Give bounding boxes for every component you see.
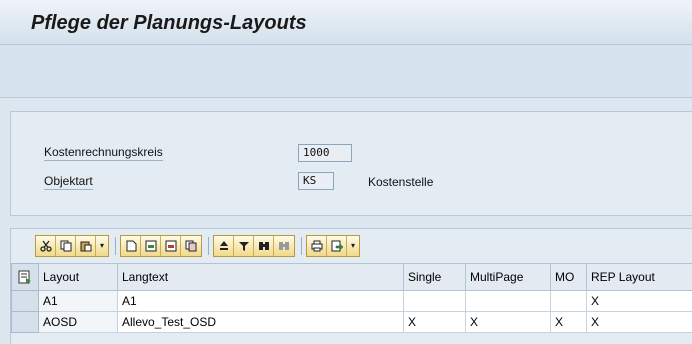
cell-langtext[interactable]: A1	[118, 291, 404, 312]
cell-langtext[interactable]: Allevo_Test_OSD	[118, 312, 404, 333]
cut-icon[interactable]	[36, 236, 56, 256]
export-dropdown-arrow-icon[interactable]: ▾	[347, 236, 359, 256]
toolbar-separator	[208, 237, 209, 255]
controlling-area-label: Kostenrechnungskreis	[44, 145, 163, 161]
column-header-rep-layout[interactable]: REP Layout	[587, 264, 692, 291]
table-header-row: Layout Langtext Single MultiPage MO REP …	[12, 264, 692, 291]
print-icon[interactable]	[307, 236, 327, 256]
grid-toolbar: ▾	[11, 229, 692, 263]
toolbar-separator	[115, 237, 116, 255]
select-all-icon[interactable]	[12, 264, 39, 291]
sort-ascending-icon[interactable]	[214, 236, 234, 256]
cell-layout[interactable]: AOSD	[39, 312, 118, 333]
selection-panel: Kostenrechnungskreis 1000 Objektart KS K…	[10, 111, 692, 216]
insert-row-icon[interactable]	[141, 236, 161, 256]
row-edit-group	[120, 235, 202, 257]
clipboard-group: ▾	[35, 235, 109, 257]
row-selector[interactable]	[12, 291, 39, 312]
object-type-label: Objektart	[44, 174, 93, 190]
layout-grid-panel: ▾	[10, 228, 692, 344]
delete-row-icon[interactable]	[161, 236, 181, 256]
cell-mo[interactable]	[551, 291, 587, 312]
controlling-area-field[interactable]: 1000	[298, 144, 352, 162]
copy-row-icon[interactable]	[181, 236, 201, 256]
cell-multipage[interactable]	[466, 291, 551, 312]
page-title: Pflege der Planungs-Layouts	[31, 12, 307, 35]
output-group: ▾	[306, 235, 360, 257]
cell-rep-layout[interactable]: X	[587, 291, 692, 312]
layout-table: Layout Langtext Single MultiPage MO REP …	[11, 263, 692, 333]
column-header-layout[interactable]: Layout	[39, 264, 118, 291]
cell-layout[interactable]: A1	[39, 291, 118, 312]
cell-mo[interactable]: X	[551, 312, 587, 333]
column-header-langtext[interactable]: Langtext	[118, 264, 404, 291]
row-selector[interactable]	[12, 312, 39, 333]
find-icon[interactable]	[254, 236, 274, 256]
paste-dropdown-arrow-icon[interactable]: ▾	[96, 236, 108, 256]
cell-multipage[interactable]: X	[466, 312, 551, 333]
filter-icon[interactable]	[234, 236, 254, 256]
object-type-description: Kostenstelle	[368, 175, 433, 189]
cell-single[interactable]	[404, 291, 466, 312]
new-row-icon[interactable]	[121, 236, 141, 256]
column-header-single[interactable]: Single	[404, 264, 466, 291]
export-icon[interactable]	[327, 236, 347, 256]
paste-icon[interactable]	[76, 236, 96, 256]
application-toolbar	[0, 45, 692, 98]
title-bar: Pflege der Planungs-Layouts	[0, 0, 692, 45]
find-group	[213, 235, 295, 257]
object-type-field[interactable]: KS	[298, 172, 334, 190]
column-header-mo[interactable]: MO	[551, 264, 587, 291]
copy-icon[interactable]	[56, 236, 76, 256]
toolbar-separator	[301, 237, 302, 255]
find-next-icon[interactable]	[274, 236, 294, 256]
cell-single[interactable]: X	[404, 312, 466, 333]
cell-rep-layout[interactable]: X	[587, 312, 692, 333]
table-row: A1 A1 X	[12, 291, 692, 312]
table-row: AOSD Allevo_Test_OSD X X X X	[12, 312, 692, 333]
column-header-multipage[interactable]: MultiPage	[466, 264, 551, 291]
